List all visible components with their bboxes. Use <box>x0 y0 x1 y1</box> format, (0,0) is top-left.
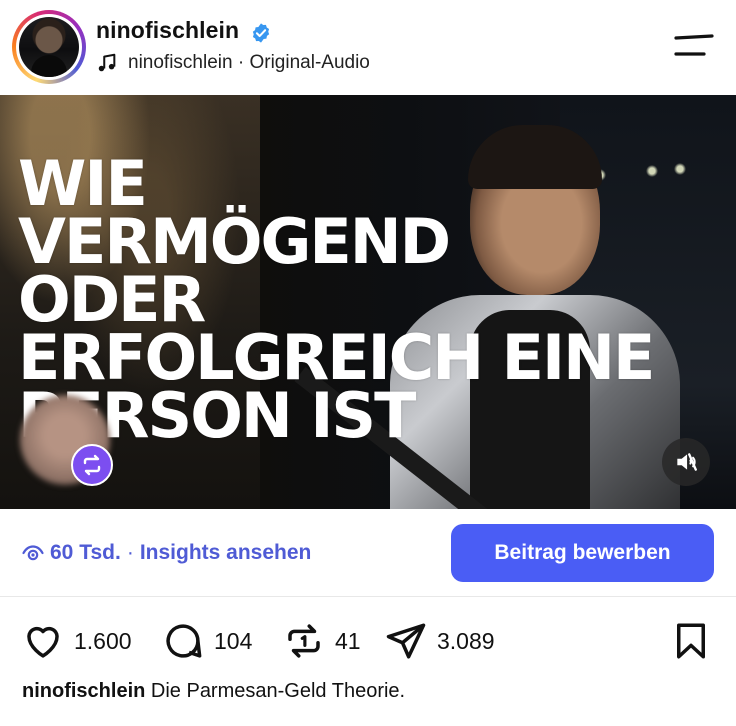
verified-badge-icon <box>252 23 270 43</box>
audio-info[interactable]: ninofischlein · Original-Audio <box>96 52 370 74</box>
muted-speaker-icon <box>677 453 697 471</box>
actions-row: 1.600 104 41 3.089 <box>0 598 736 678</box>
video-overlay-text: WIE VERMÖGEND ODER ERFOLGREICH EINE PERS… <box>18 153 658 452</box>
like-count: 1.600 <box>74 627 132 654</box>
reel-video[interactable]: WIE VERMÖGEND ODER ERFOLGREICH EINE PERS… <box>0 95 736 509</box>
repost-badge[interactable] <box>71 444 113 486</box>
post-caption: ninofischlein Die Parmesan-Geld Theorie. <box>22 680 405 703</box>
avatar-photo <box>19 17 79 77</box>
caption-text: Die Parmesan-Geld Theorie. <box>150 680 406 702</box>
audio-label: Original-Audio <box>249 52 370 73</box>
menu-icon[interactable] <box>672 32 716 60</box>
insights-label: Insights ansehen <box>139 541 312 564</box>
share-icon <box>386 623 426 659</box>
caption-username[interactable]: ninofischlein <box>22 680 145 702</box>
repost-icon <box>83 454 101 476</box>
overlay-line: PERSON IST <box>18 379 416 452</box>
repost-action[interactable]: 41 <box>283 620 361 662</box>
share-count: 3.089 <box>437 627 495 654</box>
repost-icon <box>288 624 320 658</box>
promote-post-button[interactable]: Beitrag bewerben <box>451 524 714 582</box>
insights-separator: · <box>126 541 134 564</box>
insights-link[interactable]: 60 Tsd. · Insights ansehen <box>22 541 311 565</box>
comment-action[interactable]: 104 <box>162 620 252 662</box>
comment-icon <box>166 624 202 658</box>
avatar[interactable] <box>12 10 86 84</box>
heart-icon <box>27 626 59 658</box>
avatar-ring-inner <box>16 14 82 80</box>
post-header: ninofischlein ninofischlein · Original-A… <box>0 0 736 95</box>
view-count: 60 Tsd. <box>50 541 121 564</box>
repost-count: 41 <box>335 627 361 654</box>
eye-icon <box>22 545 44 561</box>
bookmark-icon[interactable] <box>670 620 712 662</box>
share-action[interactable]: 3.089 <box>385 620 495 662</box>
audio-separator: · <box>232 52 250 73</box>
insights-row: 60 Tsd. · Insights ansehen Beitrag bewer… <box>0 509 736 597</box>
music-note-icon <box>98 53 116 72</box>
header-username[interactable]: ninofischlein <box>96 17 239 44</box>
like-action[interactable]: 1.600 <box>22 620 132 662</box>
comment-count: 104 <box>214 627 253 654</box>
audio-owner: ninofischlein <box>128 52 233 73</box>
mute-toggle-button[interactable] <box>662 438 710 486</box>
